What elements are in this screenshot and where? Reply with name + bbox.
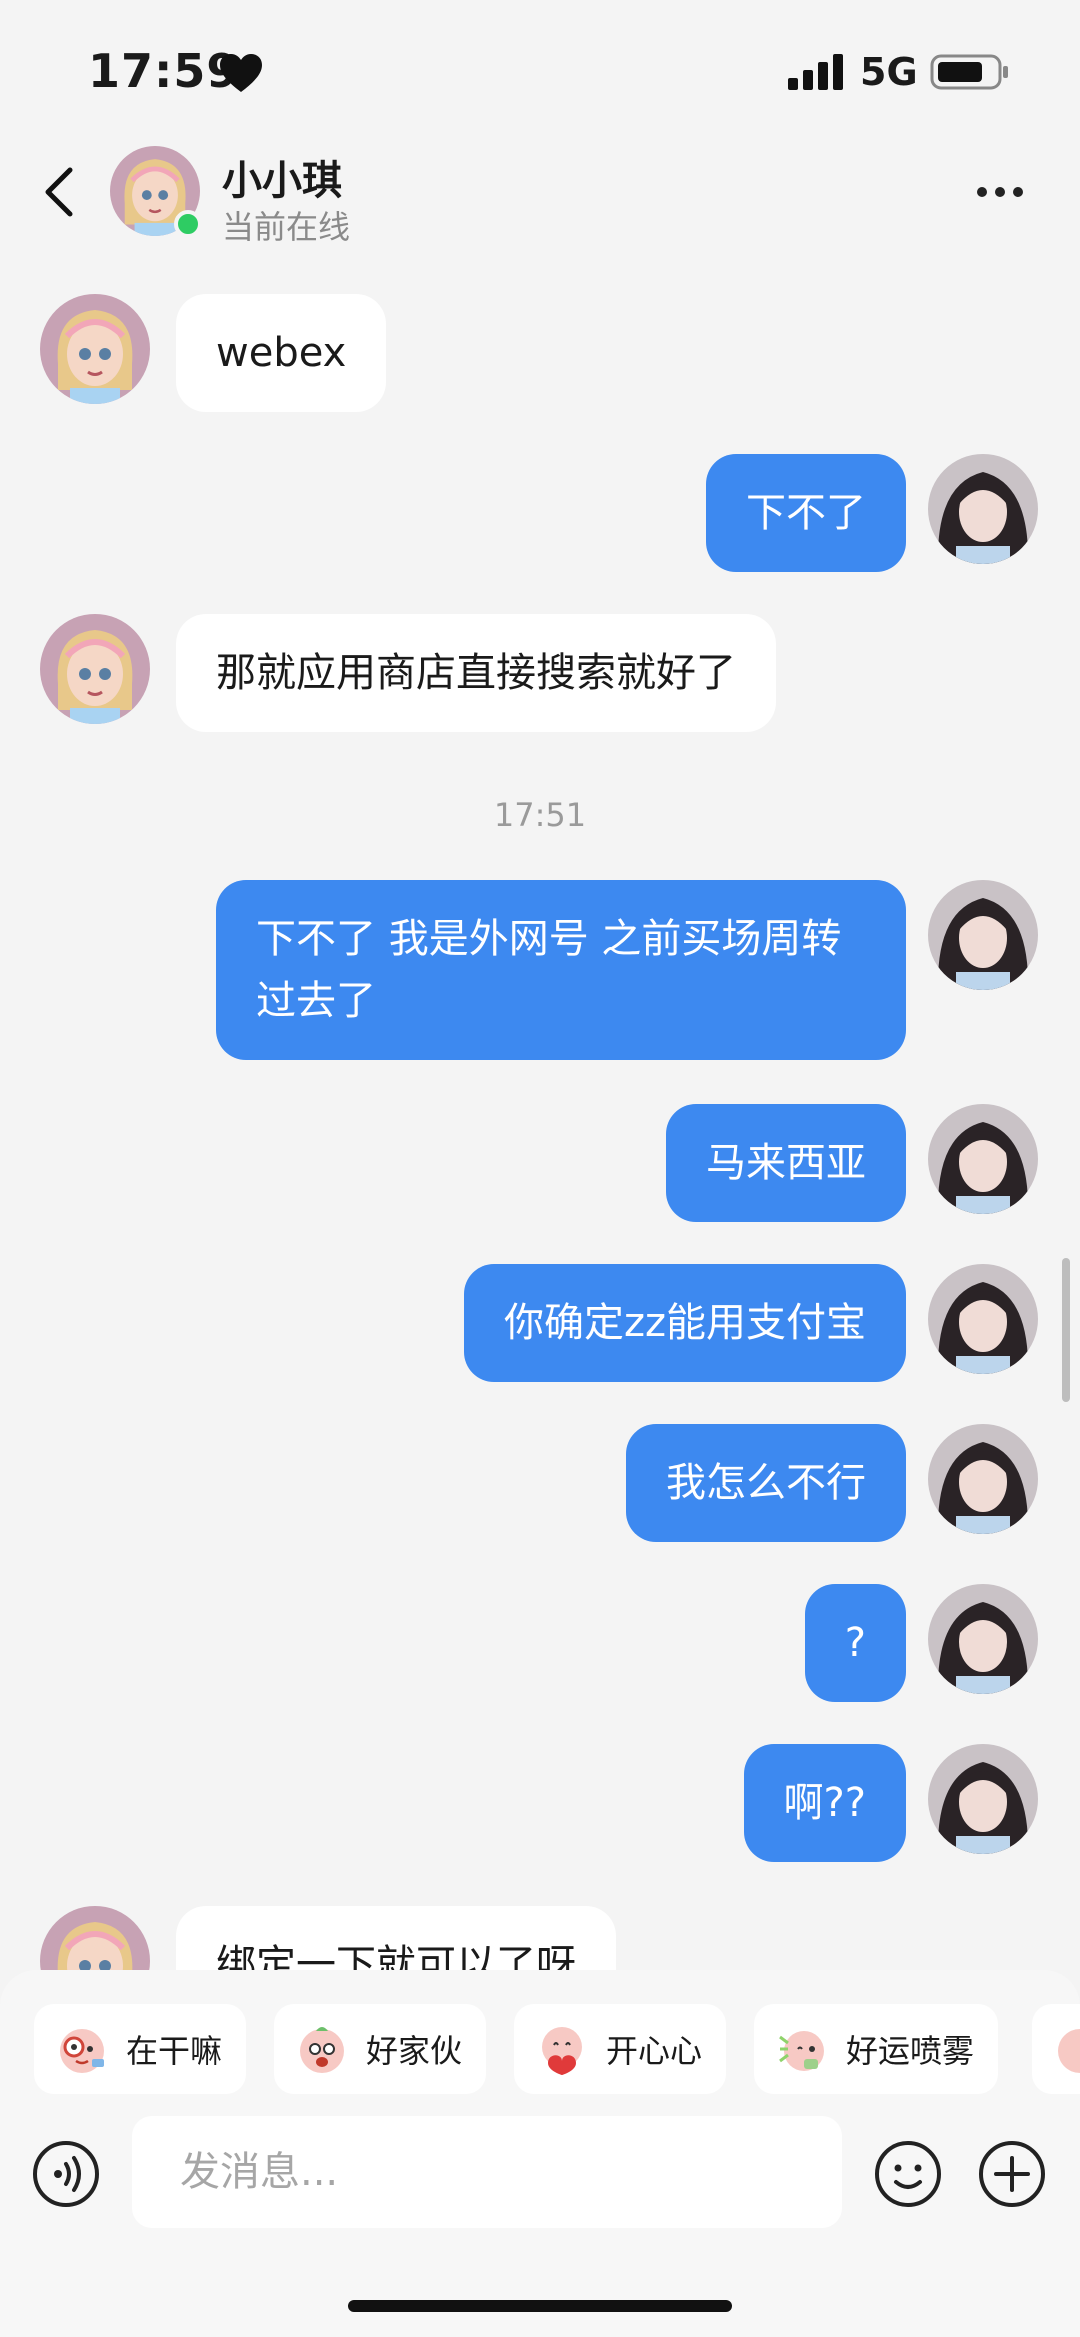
user-avatar[interactable] <box>928 1744 1038 1854</box>
quick-reply-chip[interactable]: 好运喷雾 <box>754 2004 999 2094</box>
online-status-dot <box>174 210 202 238</box>
outgoing-message[interactable]: 马来西亚 <box>666 1104 906 1222</box>
user-avatar[interactable] <box>928 454 1038 564</box>
status-time: 17:59 <box>88 44 240 98</box>
quick-reply-chip[interactable] <box>1032 2004 1080 2094</box>
sticker-icon <box>1058 2029 1080 2073</box>
user-avatar[interactable] <box>928 1264 1038 1374</box>
heart-icon <box>220 54 262 92</box>
chat-header: 小小琪 当前在线 <box>0 140 1080 270</box>
status-bar: 17:59 5G <box>0 0 1080 140</box>
contact-message-avatar[interactable] <box>40 294 150 404</box>
sticker-icon <box>300 2027 344 2073</box>
quick-reply-label: 在干嘛 <box>126 2032 223 2070</box>
quick-reply-label: 开心心 <box>606 2032 703 2070</box>
composer-panel: 在干嘛 好家伙 开心心 好运喷雾 发消息... <box>0 1970 1080 2337</box>
outgoing-message[interactable]: 下不了 <box>706 454 906 572</box>
outgoing-message[interactable]: 下不了 我是外网号 之前买场周转过去了 <box>216 880 906 1060</box>
home-indicator <box>348 2300 732 2312</box>
message-input[interactable] <box>132 2116 842 2228</box>
add-attachment-icon[interactable] <box>978 2140 1046 2208</box>
outgoing-message[interactable]: ? <box>804 1584 906 1702</box>
quick-reply-chip[interactable]: 开心心 <box>514 2004 727 2094</box>
sticker-icon <box>779 2031 824 2071</box>
incoming-message[interactable]: webex <box>176 294 387 412</box>
voice-input-icon[interactable] <box>32 2140 100 2208</box>
signal-icon <box>788 54 843 90</box>
contact-message-avatar[interactable] <box>40 614 150 724</box>
more-options-icon[interactable] <box>976 184 1024 200</box>
scrollbar[interactable] <box>1062 1258 1070 1402</box>
back-arrow-icon[interactable] <box>40 162 80 222</box>
outgoing-message[interactable]: 我怎么不行 <box>626 1424 906 1542</box>
battery-icon <box>930 54 1008 90</box>
contact-online-status: 当前在线 <box>222 208 351 246</box>
quick-reply-row: 在干嘛 好家伙 开心心 好运喷雾 <box>34 2004 1080 2094</box>
sticker-icon <box>60 2029 104 2073</box>
user-avatar[interactable] <box>928 1104 1038 1214</box>
quick-reply-label: 好运喷雾 <box>846 2032 975 2070</box>
quick-reply-chip[interactable]: 在干嘛 <box>34 2004 247 2094</box>
emoji-icon[interactable] <box>874 2140 942 2208</box>
user-avatar[interactable] <box>928 1424 1038 1534</box>
time-divider: 17:51 <box>493 796 587 834</box>
incoming-message[interactable]: 那就应用商店直接搜索就好了 <box>176 614 776 732</box>
quick-reply-label: 好家伙 <box>366 2032 463 2070</box>
user-avatar[interactable] <box>928 1584 1038 1694</box>
network-label: 5G <box>860 50 918 94</box>
sticker-icon <box>542 2027 582 2075</box>
contact-name[interactable]: 小小琪 <box>222 148 342 206</box>
outgoing-message[interactable]: 啊?? <box>743 1744 906 1862</box>
outgoing-message[interactable]: 你确定zz能用支付宝 <box>464 1264 906 1382</box>
user-avatar[interactable] <box>928 880 1038 990</box>
quick-reply-chip[interactable]: 好家伙 <box>274 2004 487 2094</box>
